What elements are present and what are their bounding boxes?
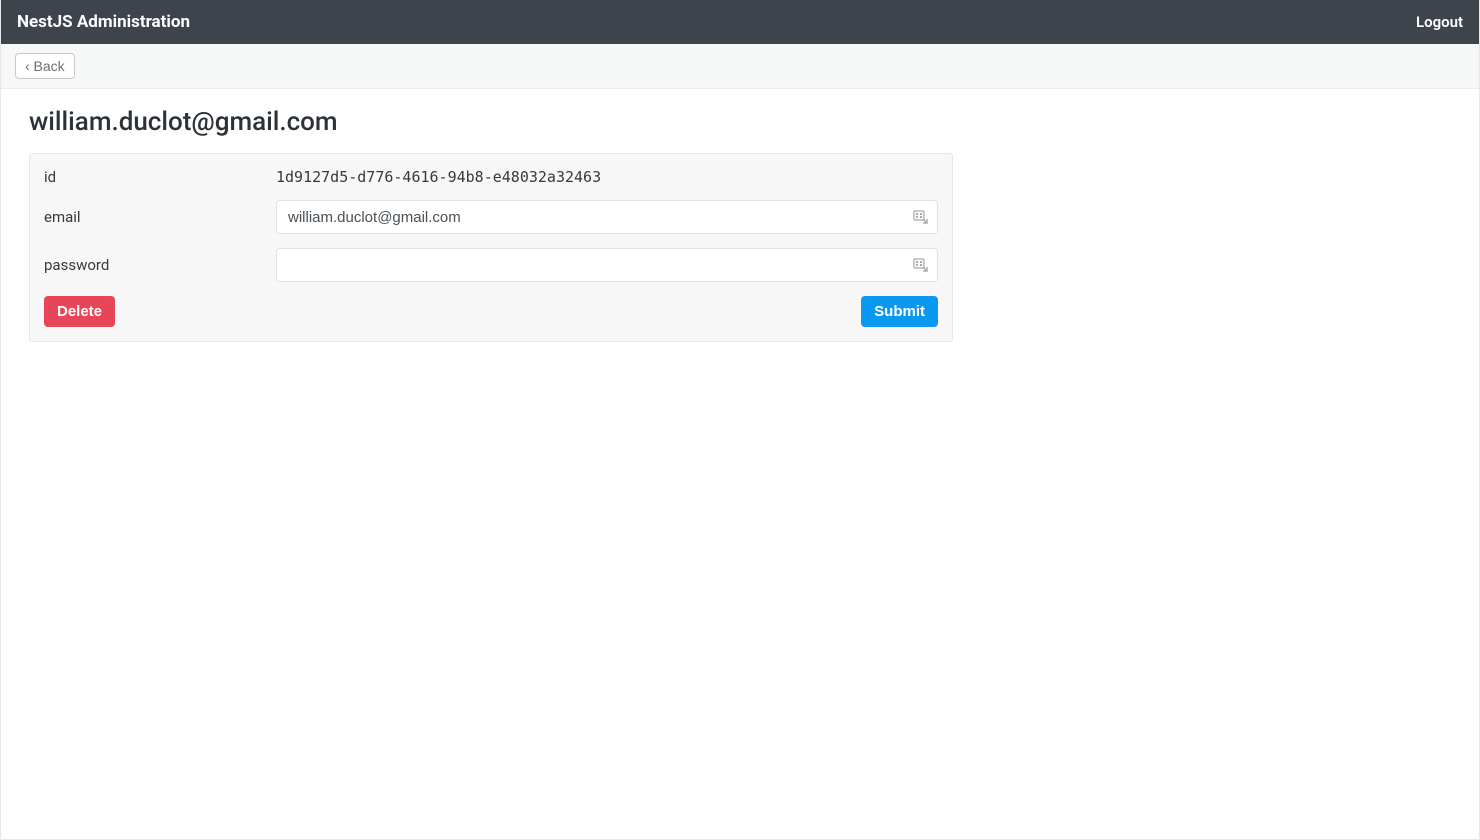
form-panel: id 1d9127d5-d776-4616-94b8-e48032a32463 …	[29, 153, 953, 342]
app-title: NestJS Administration	[17, 12, 190, 32]
subbar: ‹ Back	[1, 44, 1479, 89]
label-email: email	[44, 208, 276, 226]
delete-button[interactable]: Delete	[44, 296, 115, 327]
autofill-icon[interactable]	[913, 209, 929, 225]
row-id: id 1d9127d5-d776-4616-94b8-e48032a32463	[44, 168, 938, 186]
actions-row: Delete Submit	[44, 296, 938, 327]
back-button[interactable]: ‹ Back	[15, 53, 75, 79]
content-area: william.duclot@gmail.com id 1d9127d5-d77…	[1, 89, 1479, 839]
password-input[interactable]	[276, 248, 938, 282]
email-input[interactable]	[276, 200, 938, 234]
row-password: password	[44, 248, 938, 282]
label-id: id	[44, 168, 276, 186]
autofill-icon[interactable]	[913, 257, 929, 273]
logout-link[interactable]: Logout	[1416, 13, 1463, 31]
submit-button[interactable]: Submit	[861, 296, 938, 327]
navbar: NestJS Administration Logout	[1, 0, 1479, 44]
page-title: william.duclot@gmail.com	[29, 107, 1451, 137]
row-email: email	[44, 200, 938, 234]
value-id: 1d9127d5-d776-4616-94b8-e48032a32463	[276, 168, 601, 186]
label-password: password	[44, 256, 276, 274]
